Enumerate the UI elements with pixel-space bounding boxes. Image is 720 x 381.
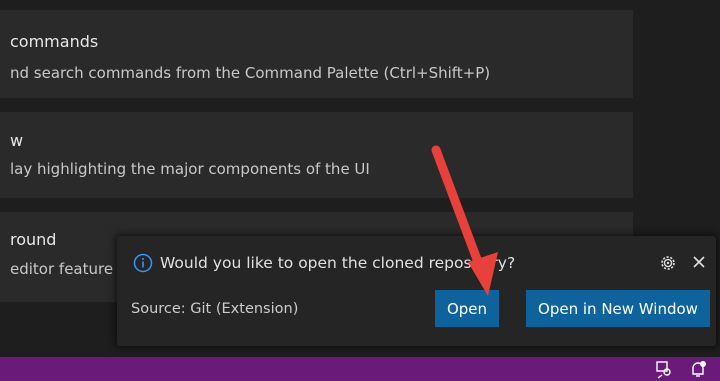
card-title: round: [10, 230, 57, 249]
notification-source: Source: Git (Extension): [131, 301, 299, 317]
open-button[interactable]: Open: [435, 290, 499, 327]
card-description: nd search commands from the Command Pale…: [10, 64, 491, 82]
card-title: commands: [10, 32, 99, 51]
card-title: w: [10, 131, 24, 150]
status-bar: [0, 357, 720, 381]
walkthrough-card-commands[interactable]: commands nd search commands from the Com…: [0, 10, 633, 98]
gear-icon[interactable]: [658, 253, 678, 273]
card-description: editor feature: [10, 260, 114, 278]
info-icon: [133, 253, 153, 273]
walkthrough-card-overview[interactable]: w lay highlighting the major components …: [0, 112, 633, 198]
close-icon[interactable]: [690, 253, 708, 271]
card-description: lay highlighting the major components of…: [10, 160, 370, 178]
notification-message: Would you like to open the cloned reposi…: [160, 254, 516, 272]
remote-account-icon[interactable]: [654, 359, 674, 379]
notification-toast: Would you like to open the cloned reposi…: [117, 236, 716, 346]
open-in-new-window-button[interactable]: Open in New Window: [526, 290, 710, 327]
notification-bell-icon[interactable]: [688, 359, 708, 379]
